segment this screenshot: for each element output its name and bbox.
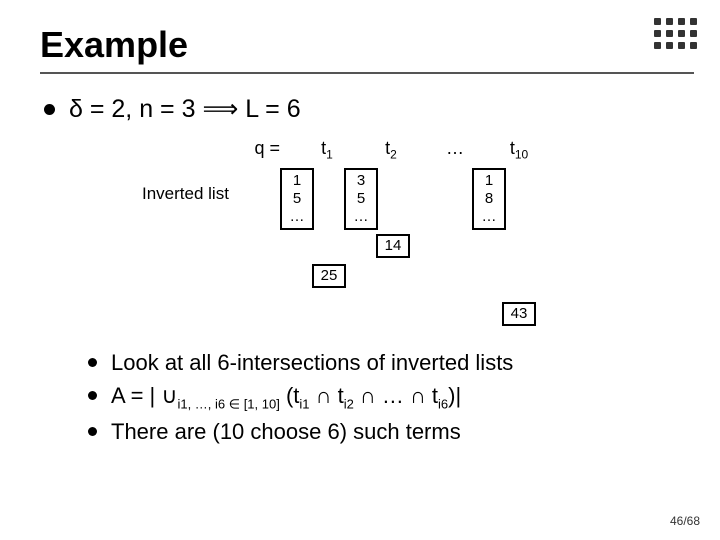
list-box-t2: 3 5 …: [344, 168, 378, 230]
list-box-gap: [408, 168, 442, 230]
bullet-text-3: There are (10 choose 6) such terms: [111, 417, 461, 447]
bullet-icon: [44, 104, 55, 115]
page-number: 46/68: [670, 514, 700, 528]
title-wrap: Example: [40, 24, 684, 74]
list-box-t1: 1 5 …: [280, 168, 314, 230]
t10-header: t10: [502, 138, 536, 162]
param-line: δ = 2, n = 3 ⟹ L = 6: [44, 94, 684, 124]
bullet-line-1: Look at all 6-intersections of inverted …: [88, 348, 684, 378]
bullet-icon: [88, 391, 97, 400]
n-text: n = 3: [139, 95, 202, 123]
bullet-icon: [88, 427, 97, 436]
value-box-14: 14: [376, 234, 410, 258]
boxes-row: 1 5 … 3 5 … 1 8 …: [280, 168, 506, 230]
t1-header: t1: [310, 138, 344, 162]
bullet-line-2: A = | ∪i1, …, i6 ∈ [1, 10] (ti1 ∩ ti2 ∩ …: [88, 381, 684, 413]
q-label: q =: [240, 138, 280, 159]
bullet-icon: [88, 358, 97, 367]
value-box-43: 43: [502, 302, 536, 326]
L-text: L = 6: [238, 95, 300, 123]
q-header-row: q = t1 t2 … t10: [240, 138, 684, 162]
dots-header: …: [438, 138, 472, 159]
param-text: δ = 2, n = 3 ⟹ L = 6: [69, 94, 301, 124]
slide: Example δ = 2, n = 3 ⟹ L = 6 q = t1 t2 ……: [0, 0, 720, 540]
list-box-t10: 1 8 …: [472, 168, 506, 230]
inverted-list-row: Inverted list 1 5 … 3 5 … 1 8 …: [40, 168, 684, 230]
bottom-bullets: Look at all 6-intersections of inverted …: [88, 348, 684, 447]
arrow-icon: ⟹: [202, 95, 238, 123]
inverted-list-label: Inverted list: [142, 184, 252, 204]
bullet-line-3: There are (10 choose 6) such terms: [88, 417, 684, 447]
delta-text: δ = 2,: [69, 95, 139, 123]
bullet-text-1: Look at all 6-intersections of inverted …: [111, 348, 513, 378]
bullet-text-2: A = | ∪i1, …, i6 ∈ [1, 10] (ti1 ∩ ti2 ∩ …: [111, 381, 461, 413]
t2-header: t2: [374, 138, 408, 162]
slide-title: Example: [40, 24, 684, 66]
value-box-25: 25: [312, 264, 346, 288]
title-underline: [40, 72, 694, 74]
